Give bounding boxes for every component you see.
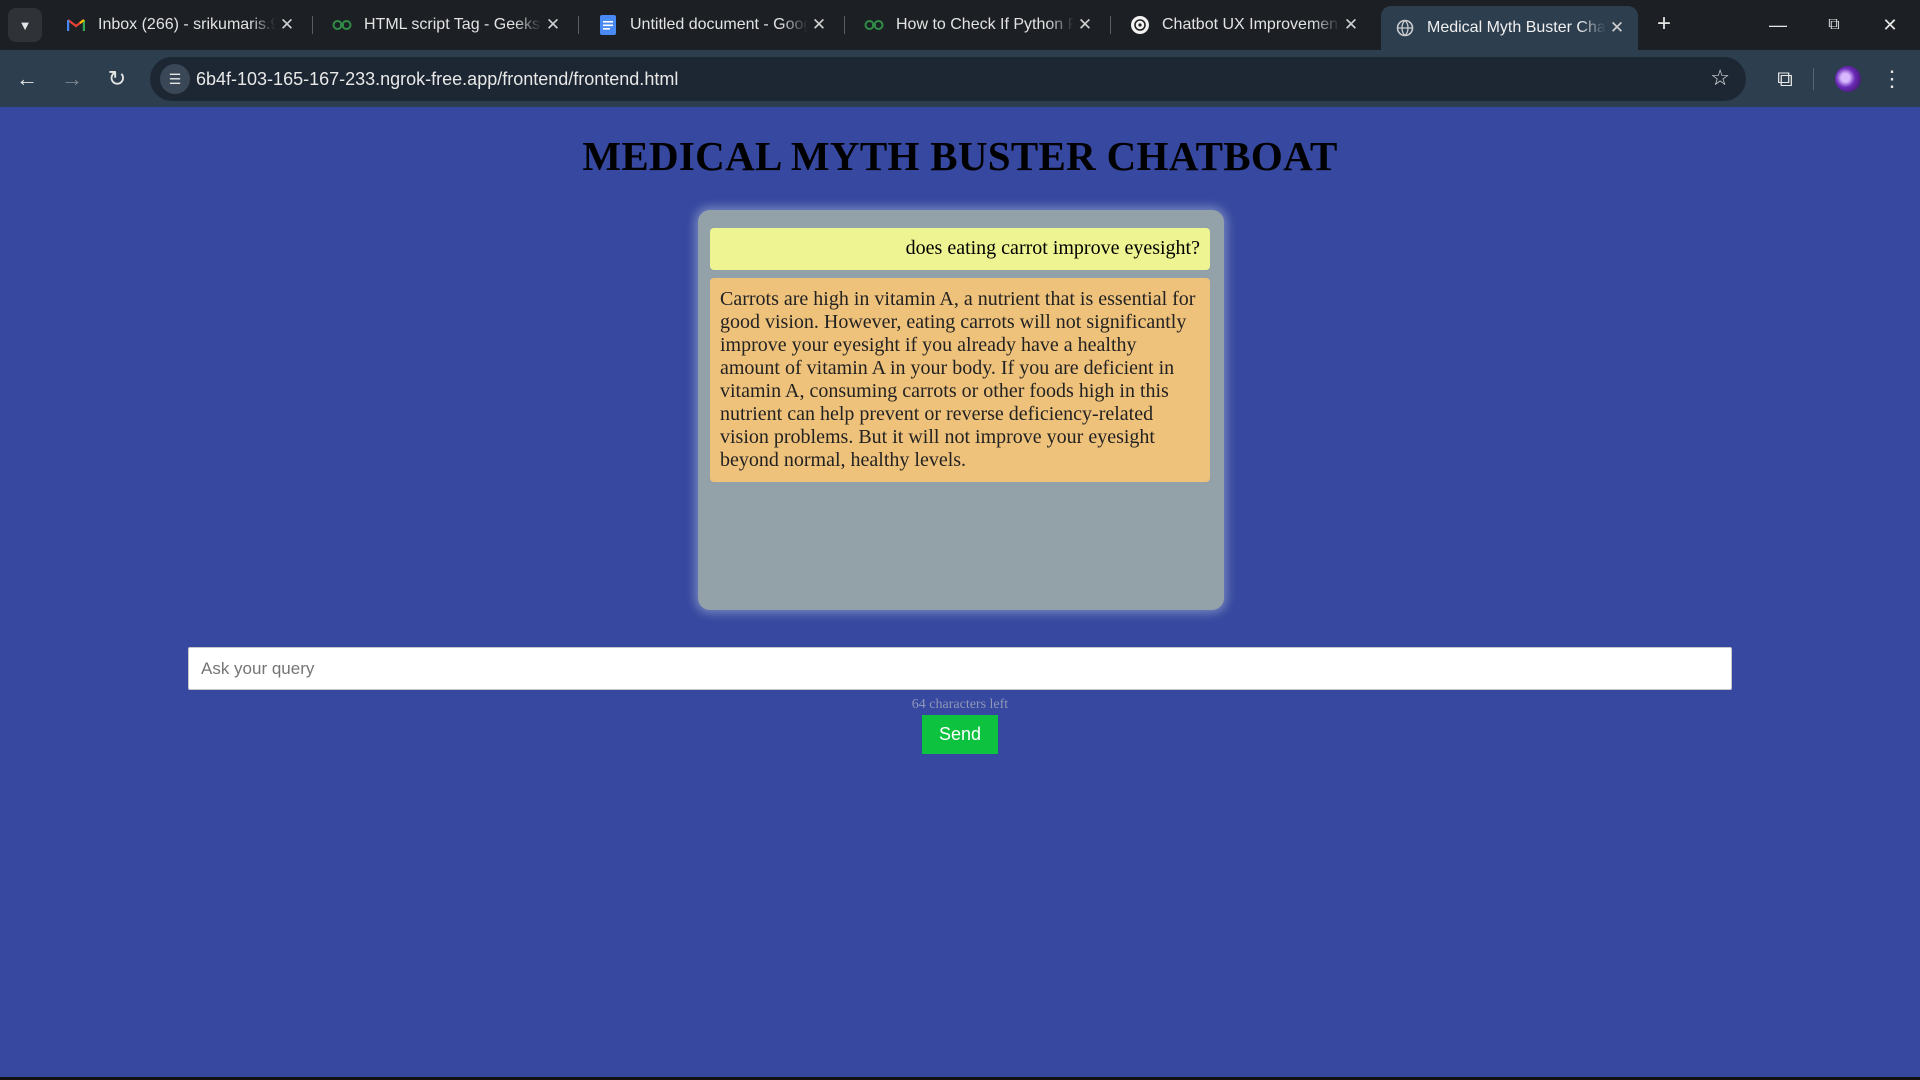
reload-button[interactable]: ↻ bbox=[100, 62, 134, 96]
site-info-button[interactable]: ☰ bbox=[160, 64, 190, 94]
tab-separator bbox=[312, 16, 313, 34]
profile-avatar[interactable] bbox=[1835, 66, 1861, 92]
query-input[interactable] bbox=[188, 647, 1732, 690]
chat-window: does eating carrot improve eyesight? Car… bbox=[698, 210, 1224, 610]
page-title: MEDICAL MYTH BUSTER CHATBOAT bbox=[582, 133, 1338, 179]
arrow-left-icon: ← bbox=[16, 66, 38, 91]
url-text[interactable]: 6b4f-103-165-167-233.ngrok-free.app/fron… bbox=[196, 69, 678, 90]
tune-icon: ☰ bbox=[168, 71, 182, 87]
chevron-down-icon: ▼ bbox=[18, 17, 32, 33]
send-button[interactable]: Send bbox=[922, 715, 998, 754]
toolbar-separator bbox=[1813, 68, 1814, 90]
more-vert-icon: ⋮ bbox=[1881, 66, 1903, 91]
user-message: does eating carrot improve eyesight? bbox=[710, 228, 1210, 270]
close-icon[interactable]: ✕ bbox=[276, 15, 298, 35]
extensions-button[interactable]: ⧉ bbox=[1768, 62, 1802, 96]
close-icon: ✕ bbox=[1882, 15, 1898, 35]
reload-icon: ↻ bbox=[107, 66, 127, 91]
globe-icon bbox=[1395, 18, 1415, 38]
arrow-right-icon: → bbox=[61, 66, 83, 91]
tab-gmail[interactable]: Inbox (266) - srikumaris.9c ✕ bbox=[52, 6, 308, 44]
puzzle-icon: ⧉ bbox=[1777, 66, 1793, 91]
close-icon[interactable]: ✕ bbox=[1606, 18, 1628, 38]
geeksforgeeks-icon bbox=[864, 15, 884, 35]
tab-google-docs[interactable]: Untitled document - Google Docs ✕ bbox=[584, 6, 840, 44]
close-icon[interactable]: ✕ bbox=[1340, 15, 1362, 35]
tab-strip: ▼ Inbox (266) - srikumaris.9c ✕ HTML scr… bbox=[0, 0, 1920, 50]
tab-separator bbox=[1110, 16, 1111, 34]
address-bar[interactable]: ☰ 6b4f-103-165-167-233.ngrok-free.app/fr… bbox=[150, 57, 1746, 101]
google-docs-icon bbox=[598, 15, 618, 35]
minimize-button[interactable]: — bbox=[1750, 6, 1806, 44]
minimize-icon: — bbox=[1769, 15, 1787, 35]
bot-message: Carrots are high in vitamin A, a nutrien… bbox=[710, 278, 1210, 482]
plus-icon: + bbox=[1656, 10, 1671, 37]
close-window-button[interactable]: ✕ bbox=[1862, 6, 1918, 44]
geeksforgeeks-icon bbox=[332, 15, 352, 35]
restore-icon: ⧉ bbox=[1828, 16, 1840, 33]
gmail-icon bbox=[66, 15, 86, 35]
tab-label: HTML script Tag - GeeksforGeeks bbox=[364, 16, 542, 33]
openai-icon bbox=[1130, 15, 1150, 35]
close-icon[interactable]: ✕ bbox=[1074, 15, 1096, 35]
tab-label: Inbox (266) - srikumaris.9c bbox=[98, 16, 276, 33]
tab-search-button[interactable]: ▼ bbox=[8, 8, 42, 42]
tab-python-package[interactable]: How to Check If Python Package ✕ bbox=[850, 6, 1106, 44]
close-icon[interactable]: ✕ bbox=[542, 15, 564, 35]
tab-geeksforgeeks[interactable]: HTML script Tag - GeeksforGeeks ✕ bbox=[318, 6, 574, 44]
forward-button[interactable]: → bbox=[55, 62, 89, 96]
tab-medical-myth-buster[interactable]: Medical Myth Buster Chatboat ✕ bbox=[1381, 6, 1638, 50]
tab-separator bbox=[578, 16, 579, 34]
bookmark-star-icon[interactable]: ☆ bbox=[1710, 65, 1730, 91]
browser-menu-button[interactable]: ⋮ bbox=[1880, 62, 1904, 96]
browser-toolbar: ← → ↻ ☰ 6b4f-103-165-167-233.ngrok-free.… bbox=[0, 50, 1920, 107]
character-counter: 64 characters left bbox=[911, 697, 1009, 712]
tab-label: How to Check If Python Package bbox=[896, 16, 1074, 33]
tab-label: Medical Myth Buster Chatboat bbox=[1427, 19, 1606, 36]
tab-label: Chatbot UX Improvements bbox=[1162, 16, 1340, 33]
tab-separator bbox=[844, 16, 845, 34]
back-button[interactable]: ← bbox=[10, 62, 44, 96]
tab-label: Untitled document - Google Docs bbox=[630, 16, 808, 33]
tab-chatbot-ux[interactable]: Chatbot UX Improvements ✕ bbox=[1116, 6, 1372, 44]
close-icon[interactable]: ✕ bbox=[808, 15, 830, 35]
restore-button[interactable]: ⧉ bbox=[1806, 6, 1862, 44]
new-tab-button[interactable]: + bbox=[1650, 10, 1678, 40]
